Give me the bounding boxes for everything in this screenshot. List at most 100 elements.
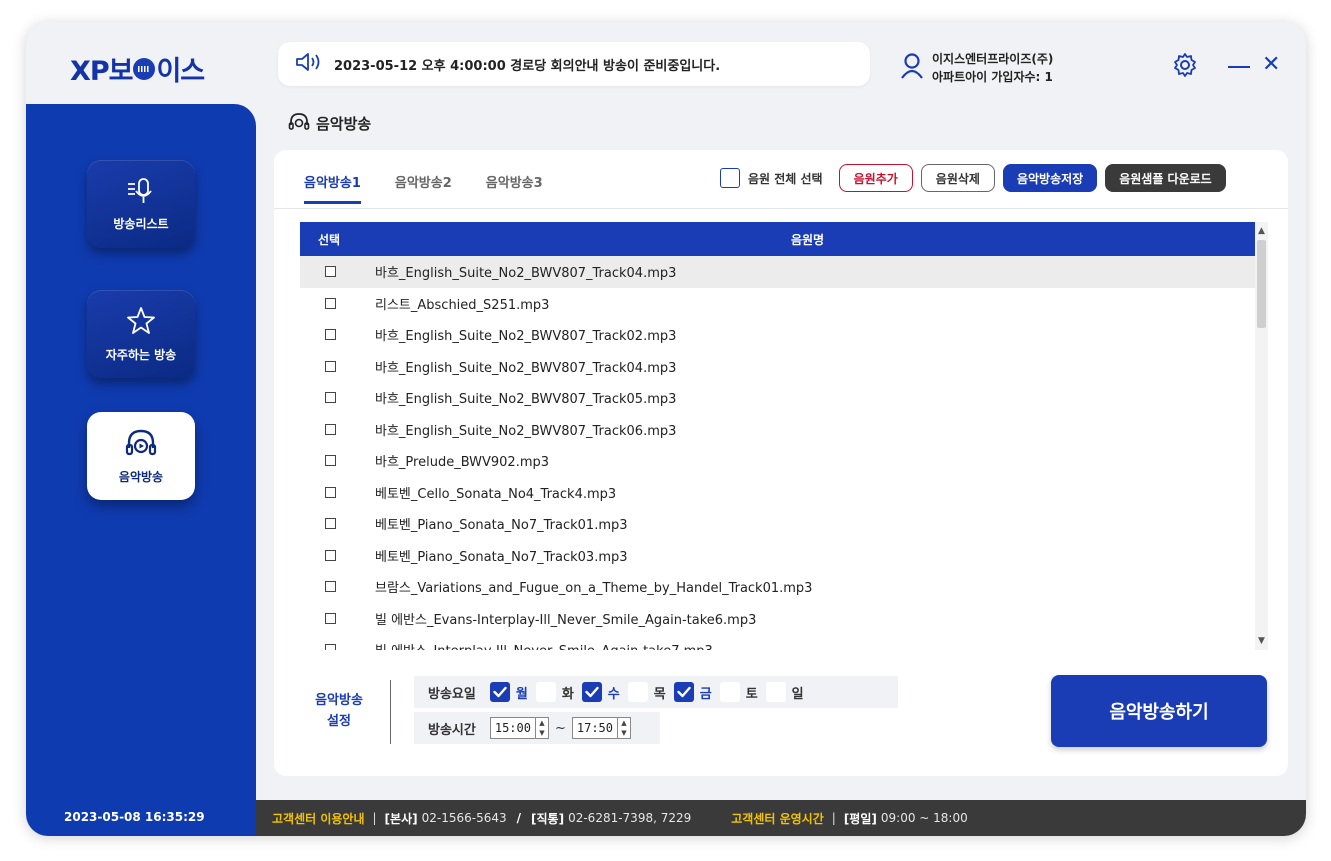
start-time-spinner[interactable]: 15:00 ▲ ▼ bbox=[489, 717, 549, 739]
table-row[interactable]: 바흐_English_Suite_No2_BWV807_Track04.mp3 bbox=[300, 351, 1255, 383]
tab-music-3[interactable]: 음악방송3 bbox=[486, 172, 543, 204]
action-bar: 음원 전체 선택 음원추가 음원삭제 음악방송저장 음원샘플 다운로드 bbox=[720, 164, 1226, 192]
audio-table: 선택 음원명 바흐_English_Suite_No2_BWV807_Track… bbox=[300, 222, 1268, 650]
footer-separator: | bbox=[372, 811, 377, 825]
day-checkbox[interactable] bbox=[765, 682, 786, 702]
table-row[interactable]: 빌 에반스_Interplay-Ill_Never_Smile_Again-ta… bbox=[300, 634, 1255, 650]
row-select-cell bbox=[300, 644, 360, 650]
start-music-broadcast-button[interactable]: 음악방송하기 bbox=[1051, 675, 1267, 747]
day-option[interactable]: 금 bbox=[673, 682, 712, 702]
footer-direct-phone: 02-6281-7398, 7229 bbox=[568, 811, 692, 825]
row-checkbox[interactable] bbox=[324, 266, 336, 278]
footer-cs-label: 고객센터 이용안내 bbox=[272, 811, 365, 826]
audio-file-name: 바흐_English_Suite_No2_BWV807_Track04.mp3 bbox=[375, 266, 677, 282]
day-option[interactable]: 수 bbox=[581, 682, 620, 702]
row-checkbox[interactable] bbox=[324, 455, 336, 467]
row-checkbox[interactable] bbox=[324, 549, 336, 561]
day-option[interactable]: 월 bbox=[489, 682, 528, 702]
table-row[interactable]: 브람스_Variations_and_Fugue_on_a_Theme_by_H… bbox=[300, 571, 1255, 603]
day-option[interactable]: 화 bbox=[535, 682, 574, 702]
row-checkbox[interactable] bbox=[324, 486, 336, 498]
footer-direct-label: [직통] bbox=[531, 811, 565, 826]
row-checkbox[interactable] bbox=[324, 392, 336, 404]
day-checkbox[interactable] bbox=[627, 682, 648, 702]
close-button[interactable]: ✕ bbox=[1262, 54, 1280, 76]
table-row[interactable]: 리스트_Abschied_S251.mp3 bbox=[300, 288, 1255, 320]
start-time-arrows[interactable]: ▲ ▼ bbox=[534, 718, 548, 738]
table-row[interactable]: 바흐_English_Suite_No2_BWV807_Track02.mp3 bbox=[300, 319, 1255, 351]
table-row[interactable]: 베토벤_Cello_Sonata_No4_Track4.mp3 bbox=[300, 477, 1255, 509]
subscriber-count: 아파트아이 가입자수: 1 bbox=[932, 70, 1053, 84]
audio-file-name: 빌 에반스_Evans-Interplay-Ill_Never_Smile_Ag… bbox=[375, 612, 757, 628]
row-checkbox[interactable] bbox=[324, 518, 336, 530]
day-option[interactable]: 일 bbox=[765, 682, 804, 702]
audio-file-name: 베토벤_Piano_Sonata_No7_Track01.mp3 bbox=[375, 518, 628, 534]
save-broadcast-button[interactable]: 음악방송저장 bbox=[1002, 164, 1098, 192]
end-time-arrows[interactable]: ▲ ▼ bbox=[617, 718, 630, 738]
day-checkbox[interactable] bbox=[719, 682, 740, 702]
start-time-value[interactable]: 15:00 bbox=[491, 721, 535, 735]
day-checkbox-checked[interactable] bbox=[489, 682, 510, 702]
row-checkbox[interactable] bbox=[324, 329, 336, 341]
sidebar-item-music-broadcast[interactable]: 음악방송 bbox=[87, 412, 195, 500]
tab-music-2[interactable]: 음악방송2 bbox=[395, 172, 452, 204]
table-row[interactable]: 바흐_English_Suite_No2_BWV807_Track04.mp3 bbox=[300, 256, 1255, 288]
settings-gear-icon[interactable] bbox=[1172, 52, 1198, 82]
row-checkbox[interactable] bbox=[324, 360, 336, 372]
day-label: 목 bbox=[653, 686, 666, 702]
checkmark-icon bbox=[493, 686, 507, 698]
audio-file-name: 바흐_English_Suite_No2_BWV807_Track02.mp3 bbox=[375, 329, 677, 345]
download-sample-button[interactable]: 음원샘플 다운로드 bbox=[1105, 164, 1226, 192]
audio-file-name: 리스트_Abschied_S251.mp3 bbox=[375, 297, 550, 313]
delete-audio-button[interactable]: 음원삭제 bbox=[920, 164, 995, 192]
table-row[interactable]: 빌 에반스_Evans-Interplay-Ill_Never_Smile_Ag… bbox=[300, 603, 1255, 635]
day-option[interactable]: 목 bbox=[627, 682, 666, 702]
row-checkbox[interactable] bbox=[324, 581, 336, 593]
company-name: 이지스엔터프라이즈(주) bbox=[932, 52, 1054, 66]
sidebar-item-broadcast-list[interactable]: 방송리스트 bbox=[87, 160, 195, 248]
audio-file-name: 바흐_English_Suite_No2_BWV807_Track05.mp3 bbox=[375, 392, 677, 408]
select-all-checkbox[interactable] bbox=[720, 168, 740, 188]
minimize-button[interactable] bbox=[1228, 66, 1250, 68]
table-row[interactable]: 바흐_Prelude_BWV902.mp3 bbox=[300, 445, 1255, 477]
tab-bar: 음악방송1 음악방송2 음악방송3 bbox=[304, 172, 543, 204]
music-broadcast-icon bbox=[288, 112, 310, 134]
select-all-toggle[interactable]: 음원 전체 선택 bbox=[720, 168, 823, 188]
star-icon bbox=[126, 306, 156, 340]
row-checkbox[interactable] bbox=[324, 644, 336, 650]
table-row[interactable]: 베토벤_Piano_Sonata_No7_Track01.mp3 bbox=[300, 508, 1255, 540]
broadcast-time: 방송시간 15:00 ▲ ▼ ~ 17:50 ▲ ▼ bbox=[414, 712, 660, 744]
audio-file-name: 브람스_Variations_and_Fugue_on_a_Theme_by_H… bbox=[375, 581, 813, 597]
tab-music-1[interactable]: 음악방송1 bbox=[304, 172, 361, 204]
row-select-cell bbox=[300, 612, 360, 624]
current-datetime: 2023-05-08 16:35:29 bbox=[64, 810, 205, 824]
logo-suffix: 이스 bbox=[156, 55, 205, 87]
table-row[interactable]: 베토벤_Piano_Sonata_No7_Track03.mp3 bbox=[300, 540, 1255, 572]
row-select-cell bbox=[300, 329, 360, 341]
row-checkbox[interactable] bbox=[324, 297, 336, 309]
row-checkbox[interactable] bbox=[324, 423, 336, 435]
day-checkbox-checked[interactable] bbox=[673, 682, 694, 702]
day-option[interactable]: 토 bbox=[719, 682, 758, 702]
table-scrollbar[interactable]: ▲ ▼ bbox=[1255, 222, 1268, 650]
sidebar-item-favorites[interactable]: 자주하는 방송 bbox=[87, 290, 195, 378]
day-checkbox[interactable] bbox=[535, 682, 556, 702]
scroll-up-arrow-icon[interactable]: ▲ bbox=[1255, 224, 1268, 238]
scroll-down-arrow-icon[interactable]: ▼ bbox=[1255, 634, 1268, 648]
row-select-cell bbox=[300, 423, 360, 435]
row-checkbox[interactable] bbox=[324, 612, 336, 624]
footer-bar: 고객센터 이용안내 | [본사] 02-1566-5643 / [직통] 02-… bbox=[256, 800, 1306, 836]
add-audio-button[interactable]: 음원추가 bbox=[838, 164, 913, 192]
end-time-value[interactable]: 17:50 bbox=[573, 721, 617, 735]
row-select-cell bbox=[300, 581, 360, 593]
app-logo: XP보 이스 bbox=[70, 52, 205, 87]
settings-label-line1: 음악방송 bbox=[315, 693, 363, 708]
end-time-spinner[interactable]: 17:50 ▲ ▼ bbox=[571, 717, 631, 739]
day-label: 화 bbox=[561, 686, 574, 702]
table-row[interactable]: 바흐_English_Suite_No2_BWV807_Track05.mp3 bbox=[300, 382, 1255, 414]
headphones-icon bbox=[124, 428, 158, 462]
footer-slash: / bbox=[516, 811, 522, 825]
table-row[interactable]: 바흐_English_Suite_No2_BWV807_Track06.mp3 bbox=[300, 414, 1255, 446]
day-checkbox-checked[interactable] bbox=[581, 682, 602, 702]
scrollbar-thumb[interactable] bbox=[1257, 240, 1266, 328]
